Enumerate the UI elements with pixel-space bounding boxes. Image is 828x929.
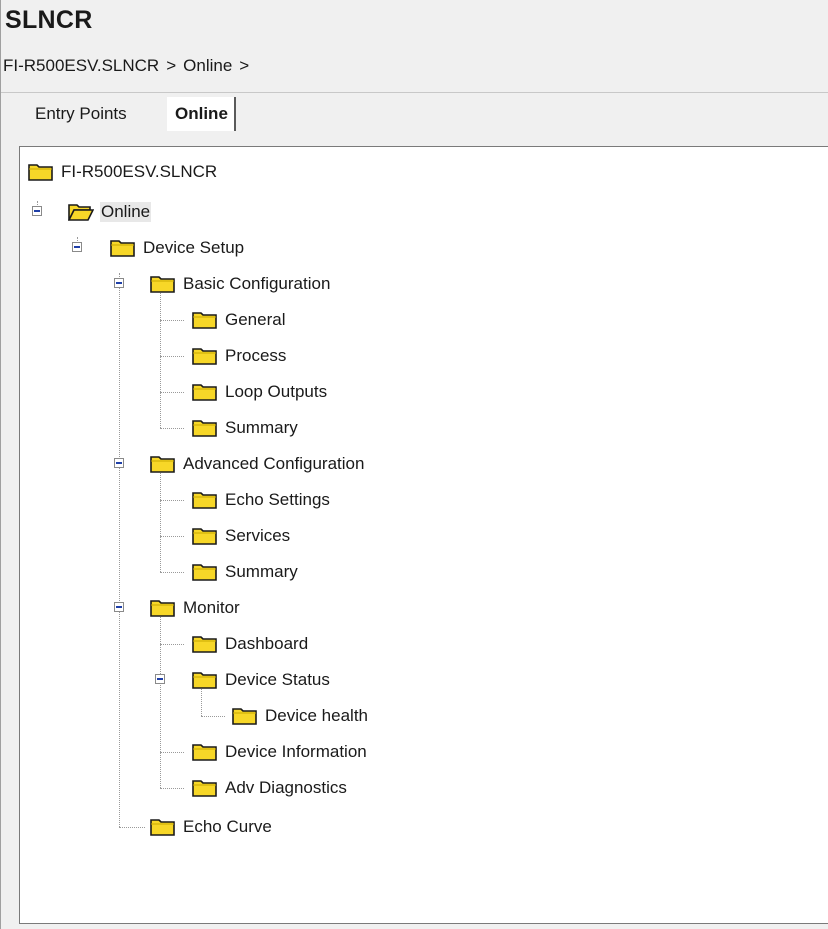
tree-node-advanced-configuration[interactable]: Advanced Configuration <box>150 451 365 477</box>
folder-icon <box>192 490 218 510</box>
folder-icon <box>192 418 218 438</box>
folder-icon <box>192 562 218 582</box>
tree-node-echo-curve[interactable]: Echo Curve <box>150 814 273 840</box>
tree-connector <box>160 572 184 573</box>
tree-node-label: Process <box>225 346 287 365</box>
tree-view[interactable]: FI-R500ESV.SLNCR Online Device Setup Bas… <box>19 146 828 924</box>
tree-node-label: Services <box>225 526 291 545</box>
tree-node-label: Monitor <box>183 598 240 617</box>
tree-node-label: General <box>225 310 286 329</box>
tree-connector <box>119 273 120 827</box>
tree-connector <box>160 615 161 788</box>
tree-connector <box>160 356 184 357</box>
tree-connector <box>160 644 184 645</box>
folder-icon <box>192 526 218 546</box>
collapse-icon[interactable] <box>72 242 82 252</box>
tree-connector <box>201 716 225 717</box>
tree-connector <box>160 320 184 321</box>
breadcrumb-separator: > <box>166 56 177 75</box>
tree-connector <box>160 536 184 537</box>
tree-node-label: Device health <box>265 706 369 725</box>
tree-node-summary[interactable]: Summary <box>192 559 299 585</box>
collapse-icon[interactable] <box>155 674 165 684</box>
tree-connector <box>160 752 184 753</box>
folder-icon <box>110 238 136 258</box>
tree-connector <box>160 788 184 789</box>
folder-icon <box>150 454 176 474</box>
tree-node-label: Device Setup <box>143 238 245 257</box>
tree-node-summary[interactable]: Summary <box>192 415 299 441</box>
tree-connector <box>160 428 184 429</box>
tree-node-label: Summary <box>225 418 298 437</box>
collapse-icon[interactable] <box>114 458 124 468</box>
folder-icon <box>192 742 218 762</box>
collapse-icon[interactable] <box>114 602 124 612</box>
tree-connector <box>160 392 184 393</box>
tree-node-label: Basic Configuration <box>183 274 331 293</box>
folder-icon <box>150 598 176 618</box>
tree-connector <box>160 500 184 501</box>
tree-node-echo-settings[interactable]: Echo Settings <box>192 487 331 513</box>
tree-node-label: Advanced Configuration <box>183 454 365 473</box>
breadcrumb: FI-R500ESV.SLNCR > Online > <box>3 56 249 76</box>
tree-node-monitor[interactable]: Monitor <box>150 595 241 621</box>
tree-node-label: Loop Outputs <box>225 382 328 401</box>
tree-node-device-information[interactable]: Device Information <box>192 739 368 765</box>
tree-connector <box>119 827 145 828</box>
tree-connector <box>160 471 161 572</box>
breadcrumb-item-online[interactable]: Online <box>183 56 232 76</box>
folder-icon <box>192 778 218 798</box>
tree-node-root[interactable]: FI-R500ESV.SLNCR <box>28 159 218 185</box>
breadcrumb-separator: > <box>239 56 250 75</box>
tree-node-device-setup[interactable]: Device Setup <box>110 235 245 261</box>
tree-node-adv-diagnostics[interactable]: Adv Diagnostics <box>192 775 348 801</box>
breadcrumb-item-device[interactable]: FI-R500ESV.SLNCR <box>3 56 159 76</box>
page-title: SLNCR <box>5 6 93 34</box>
tree-node-device-health[interactable]: Device health <box>232 703 369 729</box>
folder-icon <box>192 382 218 402</box>
tree-node-process[interactable]: Process <box>192 343 287 369</box>
tree-node-services[interactable]: Services <box>192 523 291 549</box>
tree-node-loop-outputs[interactable]: Loop Outputs <box>192 379 328 405</box>
tree-node-label: Dashboard <box>225 634 309 653</box>
folder-icon <box>192 670 218 690</box>
tree-node-label: FI-R500ESV.SLNCR <box>61 162 218 181</box>
tab-bar: Entry Points Online <box>1 92 828 135</box>
open-folder-icon <box>68 202 94 222</box>
tree-connector <box>160 291 161 428</box>
tree-node-label: Device Information <box>225 742 367 761</box>
folder-icon <box>232 706 258 726</box>
folder-icon <box>192 310 218 330</box>
tree-node-dashboard[interactable]: Dashboard <box>192 631 309 657</box>
tree-node-label: Summary <box>225 562 298 581</box>
folder-icon <box>192 634 218 654</box>
folder-icon <box>150 274 176 294</box>
tab-online[interactable]: Online <box>167 97 236 131</box>
tree-node-online[interactable]: Online <box>68 199 152 225</box>
tree-node-label: Device Status <box>225 670 330 689</box>
folder-icon <box>192 346 218 366</box>
tree-node-label: Adv Diagnostics <box>225 778 347 797</box>
folder-icon <box>28 162 54 182</box>
folder-icon <box>150 817 176 837</box>
tab-entry-points[interactable]: Entry Points <box>35 97 127 131</box>
tree-node-label: Echo Curve <box>183 817 272 836</box>
tree-node-general[interactable]: General <box>192 307 286 333</box>
collapse-icon[interactable] <box>114 278 124 288</box>
tree-node-device-status[interactable]: Device Status <box>192 667 331 693</box>
tree-node-basic-configuration[interactable]: Basic Configuration <box>150 271 331 297</box>
app-window: SLNCR FI-R500ESV.SLNCR > Online > Entry … <box>0 0 828 929</box>
tree-node-label: Echo Settings <box>225 490 330 509</box>
tree-node-label: Online <box>100 202 152 222</box>
collapse-icon[interactable] <box>32 206 42 216</box>
